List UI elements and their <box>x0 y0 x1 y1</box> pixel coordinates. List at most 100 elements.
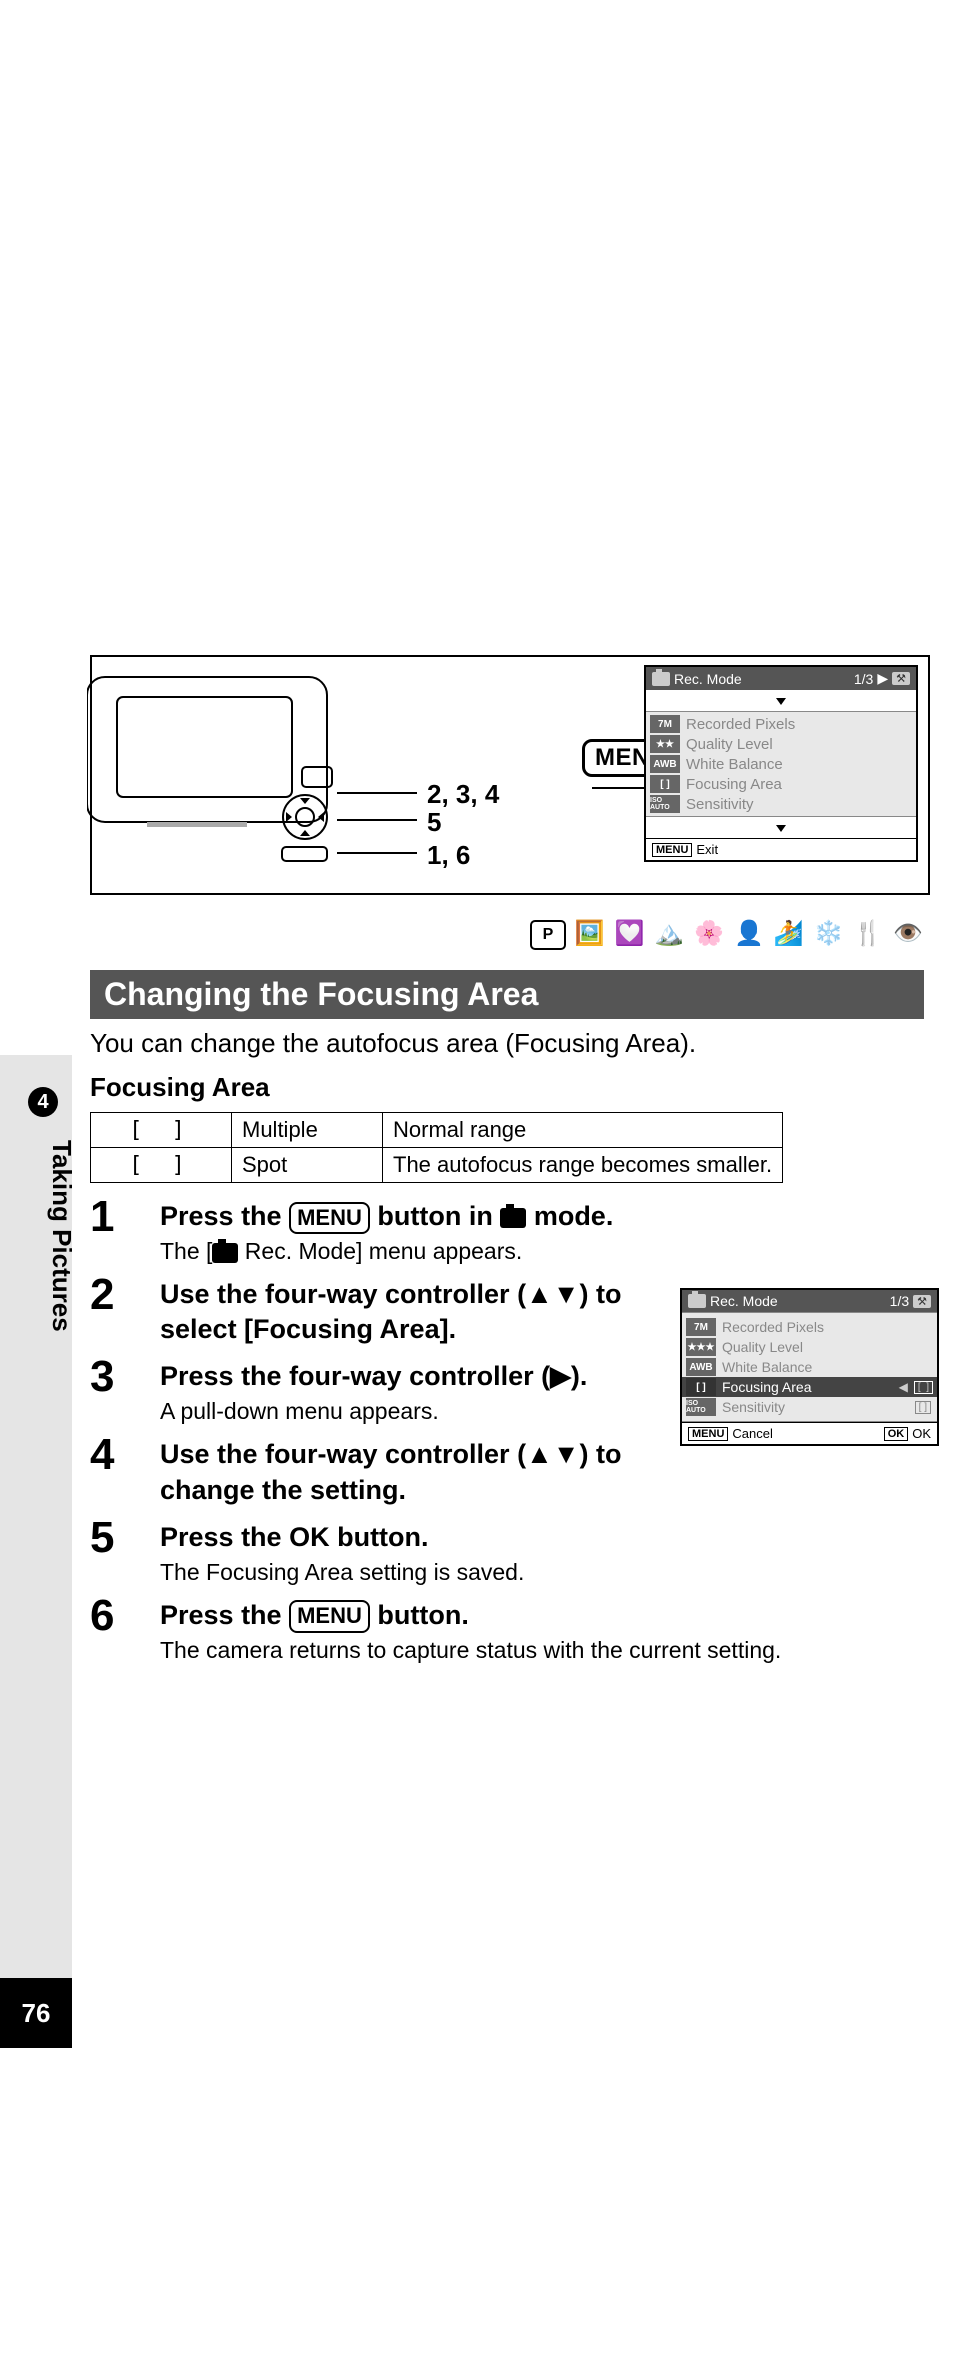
camera-icon <box>212 1243 238 1263</box>
subheader: Focusing Area <box>90 1072 270 1103</box>
table-cell: Spot <box>232 1148 383 1183</box>
side-section-label: Taking Pictures <box>46 1140 77 1332</box>
lcd-footer-left: Cancel <box>732 1426 772 1441</box>
lcd-page: 1/3 <box>890 1293 909 1309</box>
table-cell: Normal range <box>383 1113 783 1148</box>
frame-mode-icon: 💟 <box>614 920 646 946</box>
intro-text: You can change the autofocus area (Focus… <box>90 1028 696 1059</box>
focusing-area-table: [ ] Multiple Normal range [ ] Spot The a… <box>90 1112 783 1183</box>
callout-1: 2, 3, 4 <box>427 779 499 810</box>
pet-icon: 👁️ <box>892 920 924 946</box>
ok-button-label: OK <box>289 1522 330 1552</box>
camera-icon <box>688 1294 706 1308</box>
lcd-menu-list: 7MRecorded Pixels ★★★Quality Level AWBWh… <box>682 1312 937 1422</box>
iso-icon: ISO AUTO <box>650 795 680 813</box>
flower-icon: 🌸 <box>693 920 725 946</box>
program-mode-icon: P <box>530 920 566 950</box>
surf-icon: 🏄 <box>773 920 805 946</box>
food-icon: 🍴 <box>852 920 884 946</box>
step-heading: Press the OK button. <box>160 1520 924 1555</box>
lcd-footer: MENU Cancel OK OK <box>682 1422 937 1444</box>
menu-button-icon: MENU <box>289 1202 370 1235</box>
lcd-row: 7MRecorded Pixels <box>646 714 916 734</box>
lcd-row-selected: [ ]Focusing Area◀[ ] <box>682 1377 937 1397</box>
table-cell: The autofocus range becomes smaller. <box>383 1148 783 1183</box>
down-arrow-icon <box>776 825 786 832</box>
manual-page: 4 Taking Pictures 76 2, 3, 4 5 1, 6 MENU <box>0 0 954 2363</box>
camera-icon <box>500 1208 526 1228</box>
callout-line <box>337 792 417 794</box>
step-heading: Use the four-way controller (▲▼) to chan… <box>160 1437 680 1507</box>
lcd-page: 1/3 <box>854 671 873 687</box>
step-number: 4 <box>90 1433 130 1477</box>
pixels-icon: 7M <box>686 1318 716 1336</box>
lcd-row: ★★★Quality Level <box>682 1337 937 1357</box>
step-heading: Press the MENU button in mode. <box>160 1199 924 1234</box>
menu-pill: MENU <box>688 1427 728 1441</box>
landscape-icon: 🏔️ <box>653 920 685 946</box>
callout-2: 5 <box>427 807 441 838</box>
step-number: 1 <box>90 1195 130 1239</box>
wb-icon: AWB <box>650 755 680 773</box>
multiple-icon: [ ] <box>129 1118 193 1143</box>
callout-line <box>337 819 417 821</box>
lcd-screen-1: Rec. Mode 1/3 ▶ ⚒ 7MRecorded Pixels ★★Qu… <box>644 665 918 862</box>
table-row: [ ] Spot The autofocus range becomes sma… <box>91 1148 783 1183</box>
menu-pill: MENU <box>652 843 692 857</box>
lcd-footer: MENU Exit <box>646 838 916 860</box>
focus-selection-icon: [ ] <box>914 1381 933 1394</box>
lcd-footer-right: OK <box>912 1426 931 1441</box>
spot-icon: [ ] <box>129 1153 193 1178</box>
side-section-number: 4 <box>28 1087 58 1117</box>
lcd-menu-list: 7MRecorded Pixels ★★Quality Level AWBWhi… <box>646 711 916 817</box>
left-arrow-icon: ◀ <box>899 1380 908 1394</box>
down-arrow-icon <box>776 698 786 705</box>
step-subtext: A pull-down menu appears. <box>160 1398 680 1425</box>
figure-box: 2, 3, 4 5 1, 6 MENU Rec. Mode 1/3 ▶ ⚒ 7M… <box>90 655 930 895</box>
iso-icon: ISO AUTO <box>686 1398 716 1416</box>
lcd-row: [ ]Focusing Area <box>646 774 916 794</box>
lcd-title: Rec. Mode <box>710 1293 778 1309</box>
camera-illustration <box>87 667 367 867</box>
step-5: 5 Press the OK button. The Focusing Area… <box>90 1516 924 1586</box>
step-number: 5 <box>90 1516 130 1560</box>
quality-icon: ★★★ <box>686 1338 716 1356</box>
section-header: Changing the Focusing Area <box>90 970 924 1019</box>
portrait-icon: 👤 <box>733 920 765 946</box>
step-subtext: The [ Rec. Mode] menu appears. <box>160 1238 924 1265</box>
step-number: 6 <box>90 1594 130 1638</box>
snow-icon: ❄️ <box>813 920 845 946</box>
ok-pill: OK <box>884 1427 909 1441</box>
setup-tab-icon: ⚒ <box>913 1295 931 1308</box>
camera-icon <box>652 672 670 686</box>
lcd-row: ISO AUTOSensitivity[ ] <box>682 1397 937 1417</box>
lcd-title: Rec. Mode <box>674 671 742 687</box>
table-row: [ ] Multiple Normal range <box>91 1113 783 1148</box>
lcd-row: AWBWhite Balance <box>646 754 916 774</box>
step-6: 6 Press the MENU button. The camera retu… <box>90 1594 924 1664</box>
step-subtext: The camera returns to capture status wit… <box>160 1637 924 1664</box>
focus-option-icon: [ ] <box>915 1401 931 1414</box>
right-arrow-icon: ▶ <box>877 670 888 687</box>
mode-icon-strip: P 🖼️ 💟 🏔️ 🌸 👤 🏄 ❄️ 🍴 👁️ <box>530 920 924 950</box>
lcd-row: ISO AUTOSensitivity <box>646 794 916 814</box>
wb-icon: AWB <box>686 1358 716 1376</box>
setup-tab-icon: ⚒ <box>892 672 910 685</box>
picture-mode-icon: 🖼️ <box>574 920 606 946</box>
lcd-footer-left: Exit <box>696 842 718 857</box>
lcd-row: ★★Quality Level <box>646 734 916 754</box>
pixels-icon: 7M <box>650 715 680 733</box>
lcd-header: Rec. Mode 1/3 ⚒ <box>682 1290 937 1312</box>
step-number: 2 <box>90 1273 130 1317</box>
callout-3: 1, 6 <box>427 840 470 871</box>
menu-button-icon: MENU <box>289 1600 370 1633</box>
step-heading: Use the four-way controller (▲▼) to sele… <box>160 1277 680 1347</box>
lcd-row: AWBWhite Balance <box>682 1357 937 1377</box>
lcd-row: 7MRecorded Pixels <box>682 1317 937 1337</box>
lcd-header: Rec. Mode 1/3 ▶ ⚒ <box>646 667 916 690</box>
step-heading: Press the MENU button. <box>160 1598 924 1633</box>
step-subtext: The Focusing Area setting is saved. <box>160 1559 924 1586</box>
page-number: 76 <box>0 1978 72 2048</box>
focus-icon: [ ] <box>650 775 680 793</box>
quality-icon: ★★ <box>650 735 680 753</box>
